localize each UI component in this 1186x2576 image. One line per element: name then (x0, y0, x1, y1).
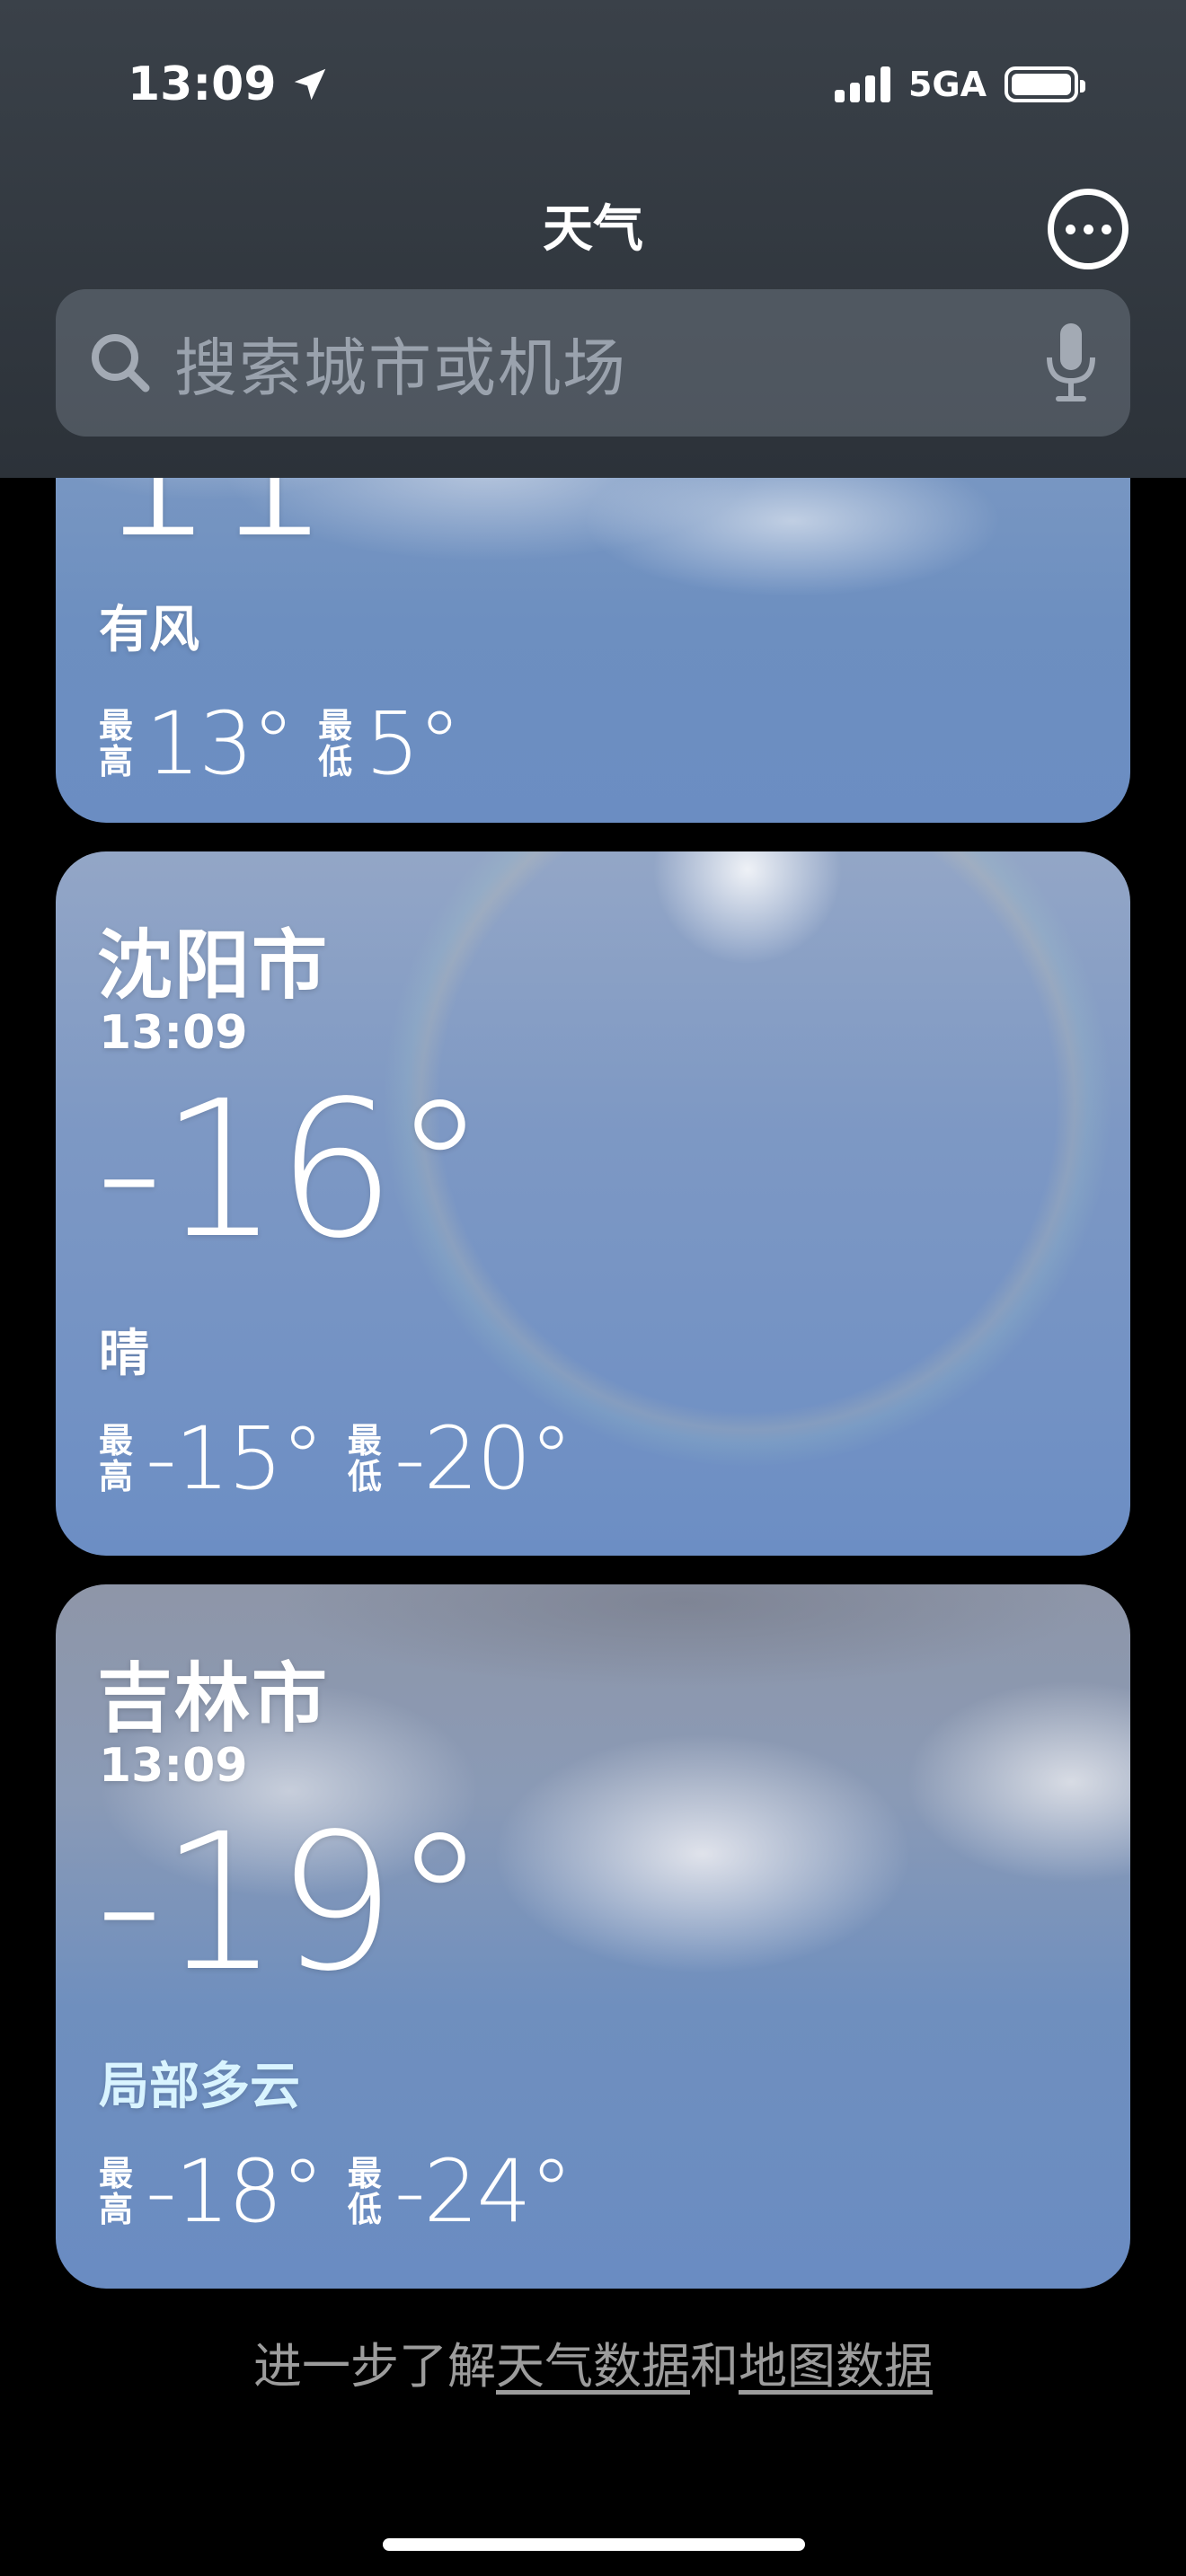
low-value: 5° (365, 693, 461, 794)
card-city: 沈阳市 (97, 922, 330, 1010)
map-data-link[interactable]: 地图数据 (739, 2338, 933, 2395)
location-arrow-icon (294, 68, 325, 101)
low-value: -20° (394, 1408, 573, 1509)
ellipsis-circle-icon[interactable] (1048, 189, 1128, 269)
data-attribution: 进一步了解天气数据和地图数据 (253, 2338, 933, 2395)
low-value: -24° (394, 2141, 573, 2242)
card-high-low: 最高 -15° 最低 -20° (99, 1408, 584, 1509)
microphone-icon[interactable] (1042, 322, 1100, 404)
magnifier-icon (92, 334, 150, 393)
status-time: 13:09 (128, 57, 331, 111)
card-time: 13:09 (99, 1006, 248, 1060)
search-input[interactable]: 搜索城市或机场 (56, 289, 1130, 437)
high-label: 最高 (99, 2154, 134, 2229)
card-temperature: -19° (95, 1793, 487, 2013)
high-label: 最高 (99, 706, 134, 781)
card-city: 吉林市 (97, 1654, 330, 1742)
card-condition: 晴 (99, 1325, 149, 1383)
card-condition: 有风 (99, 601, 199, 659)
home-indicator[interactable] (383, 2538, 805, 2551)
card-high-low: 最高 -18° 最低 -24° (99, 2141, 584, 2242)
battery-icon (1005, 66, 1085, 102)
card-time: 13:09 (99, 1739, 248, 1793)
status-indicators: 5GA (834, 65, 1085, 104)
search-placeholder: 搜索城市或机场 (174, 331, 627, 405)
high-value: -18° (146, 2141, 324, 2242)
high-value: 13° (146, 693, 295, 794)
cellular-signal-icon (834, 66, 890, 102)
page-title: 天气 (543, 200, 643, 259)
high-value: -15° (146, 1408, 324, 1509)
card-condition: 局部多云 (99, 2058, 300, 2116)
weather-card-3[interactable]: 吉林市 13:09 -19° 局部多云 最高 -18° 最低 -24° (56, 1584, 1130, 2289)
high-label: 最高 (99, 1421, 134, 1496)
weather-data-link[interactable]: 天气数据 (496, 2338, 690, 2395)
weather-card-2[interactable]: 沈阳市 13:09 -16° 晴 最高 -15° 最低 -20° (56, 851, 1130, 1556)
card-high-low: 最高 13° 最低 5° (99, 693, 472, 794)
network-type: 5GA (907, 65, 987, 104)
low-label: 最低 (318, 706, 353, 781)
low-label: 最低 (347, 2154, 382, 2229)
card-temperature: -16° (95, 1060, 487, 1280)
low-label: 最低 (347, 1421, 382, 1496)
header-bar: 13:09 5GA 天气 搜索城市或机场 (0, 0, 1186, 478)
